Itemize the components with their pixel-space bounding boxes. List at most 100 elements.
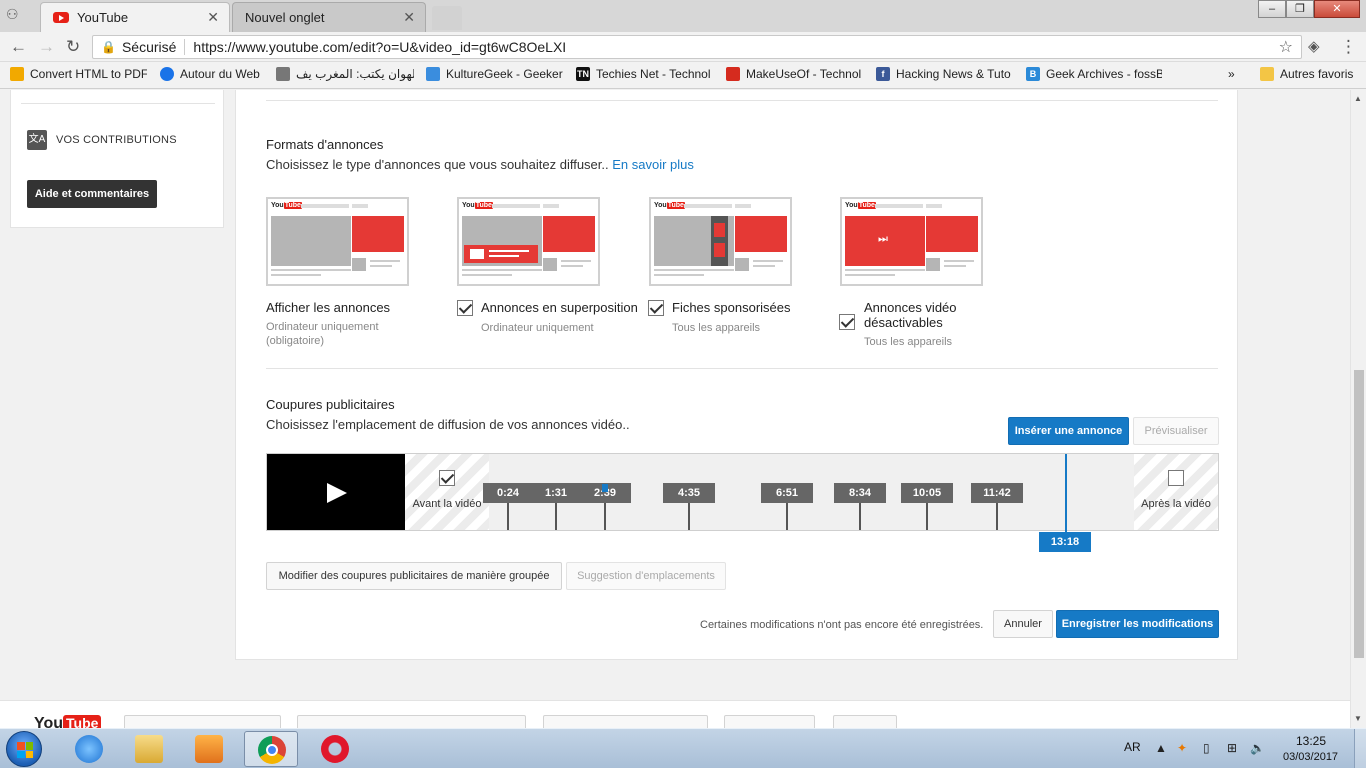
antivirus-icon[interactable]: ✦	[1177, 741, 1187, 755]
skip-forward-icon: ⏭	[878, 233, 888, 245]
bookmark-item[interactable]: Convert HTML to PDF	[10, 67, 147, 81]
bookmark-item[interactable]: f Hacking News & Tuto	[876, 67, 1012, 81]
insert-ad-button[interactable]: Insérer une annonce	[1008, 417, 1129, 445]
save-changes-button[interactable]: Enregistrer les modifications	[1056, 610, 1219, 638]
ad-break-line	[926, 503, 928, 530]
reload-icon[interactable]: ↻	[66, 37, 80, 57]
learn-more-link[interactable]: En savoir plus	[612, 157, 694, 172]
scroll-up-icon[interactable]: ▲	[1354, 94, 1362, 103]
ad-break-marker[interactable]: 11:42	[971, 483, 1023, 503]
skippable-video-ads-sub: Tous les appareils	[864, 336, 953, 348]
video-player[interactable]	[267, 454, 405, 530]
bookmark-item[interactable]: عمر الهوان يكتب: المغرب يف	[276, 67, 414, 81]
taskbar-file-explorer[interactable]	[122, 731, 176, 767]
page-footer: You Tube	[0, 700, 1350, 728]
show-desktop-button[interactable]	[1354, 729, 1366, 768]
close-tab-icon[interactable]: ✕	[207, 9, 219, 26]
new-tab-button[interactable]	[432, 6, 462, 30]
clock-date[interactable]: 03/03/2017	[1283, 751, 1338, 763]
profile-icon[interactable]: ⚇	[6, 6, 26, 22]
maximize-button[interactable]: ❐	[1286, 0, 1314, 18]
bookmarks-overflow-icon[interactable]: »	[1228, 67, 1235, 81]
menu-icon[interactable]: ⋮	[1340, 37, 1357, 57]
tab-new-tab[interactable]: Nouvel onglet ✕	[232, 2, 426, 32]
playhead-time[interactable]: 13:18	[1039, 532, 1091, 552]
youtube-logo: YouTube	[462, 202, 493, 209]
sponsored-cards-preview: YouTube	[649, 197, 792, 286]
sponsored-cards-checkbox[interactable]	[648, 300, 664, 316]
extension-icon[interactable]: ◈	[1308, 37, 1320, 55]
youtube-logo: YouTube	[271, 202, 302, 209]
footer-history-button[interactable]	[724, 715, 815, 728]
ad-break-marker[interactable]: 1:31	[531, 483, 581, 503]
network-icon[interactable]: ⊞	[1227, 741, 1237, 755]
back-icon[interactable]: ←	[10, 37, 27, 57]
skippable-video-ads-checkbox[interactable]	[839, 314, 855, 330]
ad-break-marker[interactable]: 8:34	[834, 483, 886, 503]
footer-region-button[interactable]	[297, 715, 526, 728]
overlay-ads-preview: YouTube	[457, 197, 600, 286]
bulk-edit-breaks-button[interactable]: Modifier des coupures publicitaires de m…	[266, 562, 562, 590]
help-feedback-button[interactable]: Aide et commentaires	[27, 180, 157, 208]
address-bar[interactable]: 🔒 Sécurisé https://www.youtube.com/edit?…	[92, 35, 1302, 59]
footer-help-button[interactable]	[833, 715, 897, 728]
device-icon[interactable]: ▯	[1203, 741, 1210, 755]
clock-time[interactable]: 13:25	[1296, 734, 1326, 748]
ad-break-line	[555, 503, 557, 530]
language-indicator[interactable]: AR	[1124, 740, 1141, 754]
footer-mode-button[interactable]	[543, 715, 708, 728]
suggest-placements-button[interactable]: Suggestion d'emplacements	[566, 562, 726, 590]
ad-break-line	[786, 503, 788, 530]
close-window-button[interactable]: ✕	[1314, 0, 1360, 18]
playhead[interactable]	[1065, 454, 1067, 532]
ad-break-marker[interactable]: 10:05	[901, 483, 953, 503]
lock-icon[interactable]: 🔒	[101, 40, 116, 54]
start-button[interactable]	[6, 731, 42, 767]
bookmark-item[interactable]: B Geek Archives - fossB	[1026, 67, 1162, 81]
ad-breaks-description: Choisissez l'emplacement de diffusion de…	[266, 417, 630, 432]
bookmark-item[interactable]: Autour du Web	[160, 67, 266, 81]
cancel-button[interactable]: Annuler	[993, 610, 1053, 638]
pre-roll-label: Avant la vidéo	[412, 498, 482, 510]
overlay-ads-checkbox[interactable]	[457, 300, 473, 316]
play-icon[interactable]	[327, 483, 347, 503]
preview-button[interactable]: Prévisualiser	[1133, 417, 1219, 445]
url-text[interactable]: https://www.youtube.com/edit?o=U&video_i…	[193, 39, 566, 55]
tab-youtube[interactable]: YouTube ✕	[40, 2, 230, 32]
ad-break-marker[interactable]: 6:51	[761, 483, 813, 503]
youtube-footer-logo[interactable]: You Tube	[34, 715, 102, 728]
footer-language-button[interactable]	[124, 715, 281, 728]
volume-icon[interactable]: 🔈	[1250, 741, 1265, 755]
taskbar-internet-explorer[interactable]	[62, 731, 116, 767]
other-bookmarks[interactable]: Autres favoris	[1260, 67, 1353, 81]
bookmark-favicon-icon	[160, 67, 174, 81]
tab-title: YouTube	[77, 10, 129, 25]
secure-label: Sécurisé	[122, 39, 186, 55]
scroll-down-icon[interactable]: ▼	[1354, 714, 1362, 723]
taskbar-opera[interactable]	[308, 731, 362, 767]
ad-break-marker[interactable]: 0:24	[483, 483, 533, 503]
post-roll-checkbox[interactable]	[1168, 470, 1184, 486]
page-scrollbar[interactable]: ▲ ▼	[1350, 90, 1366, 728]
bookmark-favicon-icon	[426, 67, 440, 81]
scrollbar-thumb[interactable]	[1354, 370, 1364, 658]
taskbar-chrome[interactable]	[244, 731, 298, 767]
taskbar-media-player[interactable]	[182, 731, 236, 767]
bookmark-item[interactable]: MakeUseOf - Technol	[726, 67, 862, 81]
contributions-link[interactable]: VOS CONTRIBUTIONS	[56, 134, 177, 146]
ad-break-marker[interactable]: 4:35	[663, 483, 715, 503]
bookmark-star-icon[interactable]: ☆	[1279, 37, 1293, 57]
pre-roll-checkbox[interactable]	[439, 470, 455, 486]
pre-roll-zone: Avant la vidéo	[405, 454, 489, 530]
minimize-button[interactable]: –	[1258, 0, 1286, 18]
bookmark-favicon-icon	[726, 67, 740, 81]
close-tab-icon[interactable]: ✕	[403, 9, 415, 26]
ad-break-line	[688, 503, 690, 530]
bookmark-item[interactable]: KultureGeek - Geeker	[426, 67, 564, 81]
chrome-icon	[258, 736, 286, 764]
ad-break-timeline[interactable]: Avant la vidéo 0:24 1:31 2:39 4:35 6:51 …	[266, 453, 1219, 552]
bookmark-item[interactable]: TN Techies Net - Technol	[576, 67, 712, 81]
post-roll-label: Après la vidéo	[1141, 498, 1211, 510]
forward-icon[interactable]: →	[38, 37, 55, 57]
show-hidden-icons-icon[interactable]: ▲	[1155, 741, 1167, 755]
